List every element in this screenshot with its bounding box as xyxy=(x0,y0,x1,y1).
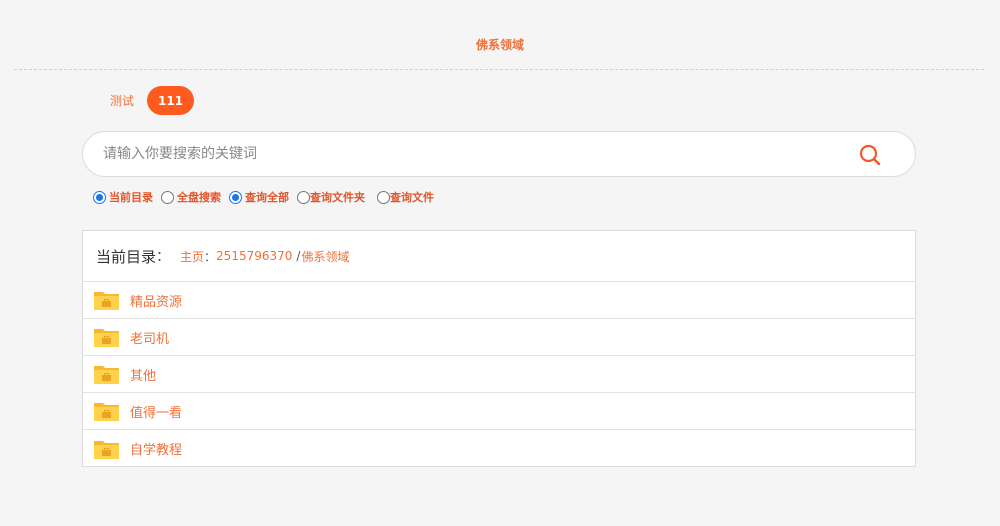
radio-full-disk[interactable]: 全盘搜索 xyxy=(161,189,221,205)
radio-label: 当前目录 xyxy=(109,191,153,204)
folder-row[interactable]: 老司机 xyxy=(83,319,915,356)
tab-111[interactable]: 111 xyxy=(147,86,195,115)
radio-label: 查询文件 xyxy=(390,191,434,204)
radio-query-folders[interactable]: 查询文件夹 xyxy=(297,189,365,205)
folder-name[interactable]: 值得一看 xyxy=(130,402,182,421)
folder-row[interactable]: 其他 xyxy=(83,356,915,393)
search-mode-options: 当前目录 全盘搜索 查询全部 查询文件夹 查询文件 xyxy=(93,188,442,206)
radio-label: 全盘搜索 xyxy=(177,191,221,204)
directory-header: 当前目录 ： 主页 ： 2515796370 / 佛系领域 xyxy=(83,231,915,282)
radio-button[interactable] xyxy=(377,190,390,204)
tab-ceshi[interactable]: 测试 xyxy=(100,92,144,109)
current-dir-label: 当前目录 xyxy=(96,247,157,266)
current-dir-separator: ： xyxy=(156,249,171,265)
breadcrumb-id[interactable]: 2515796370 xyxy=(216,249,292,263)
radio-query-files[interactable]: 查询文件 xyxy=(377,189,434,205)
folder-icon xyxy=(94,440,119,459)
radio-label: 查询全部 xyxy=(245,191,289,204)
folder-row[interactable]: 精品资源 xyxy=(83,282,915,319)
breadcrumb-current[interactable]: 佛系领域 xyxy=(301,248,349,265)
folder-name[interactable]: 其他 xyxy=(130,365,156,384)
breadcrumb-slash: / xyxy=(296,249,301,263)
folder-name[interactable]: 精品资源 xyxy=(130,291,182,310)
folder-icon xyxy=(94,366,119,384)
folder-icon xyxy=(94,403,119,421)
radio-label: 查询文件夹 xyxy=(310,191,365,204)
divider xyxy=(14,69,984,70)
breadcrumb-home[interactable]: 主页 xyxy=(180,248,204,265)
search-input[interactable] xyxy=(103,142,823,166)
radio-button[interactable] xyxy=(229,190,242,204)
radio-button[interactable] xyxy=(161,190,174,204)
folder-icon xyxy=(94,292,119,310)
folder-row[interactable]: 值得一看 xyxy=(83,393,915,430)
breadcrumb-home-separator: ： xyxy=(204,249,217,264)
directory-panel: 当前目录 ： 主页 ： 2515796370 / 佛系领域 精品资源 老司机 其… xyxy=(82,230,916,467)
search-button[interactable] xyxy=(858,143,882,167)
site-title: 佛系领域 xyxy=(475,38,524,52)
radio-query-all[interactable]: 查询全部 xyxy=(229,189,289,205)
folder-name[interactable]: 老司机 xyxy=(130,328,169,347)
folder-name[interactable]: 自学教程 xyxy=(130,439,182,458)
search-icon xyxy=(859,144,881,166)
radio-button[interactable] xyxy=(297,190,310,204)
folder-row[interactable]: 自学教程 xyxy=(83,430,915,467)
radio-current-dir[interactable]: 当前目录 xyxy=(93,189,153,205)
search-box xyxy=(82,131,916,177)
radio-button[interactable] xyxy=(93,190,106,204)
folder-icon xyxy=(94,329,119,347)
tab-bar: 测试 111 xyxy=(100,86,195,115)
